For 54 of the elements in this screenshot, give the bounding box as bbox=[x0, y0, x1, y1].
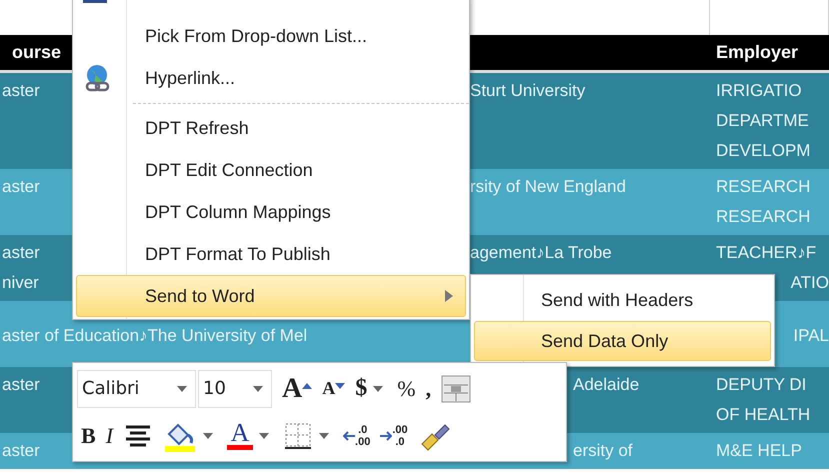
table-cell-text: DEPARTME bbox=[716, 110, 809, 132]
menu-item[interactable]: DPT Format To Publish bbox=[76, 233, 466, 275]
table-cell-text: rsity of New England bbox=[470, 176, 626, 198]
bold-button[interactable]: B bbox=[77, 416, 100, 454]
table-cell-text: aster bbox=[2, 80, 40, 102]
table-cell-text: niver bbox=[2, 272, 39, 294]
font-field[interactable]: Calibri bbox=[77, 370, 196, 408]
table-cell-text: OF HEALTH bbox=[716, 404, 810, 426]
font-size-field[interactable]: 10 bbox=[198, 370, 272, 408]
table-cell-text: aster bbox=[2, 176, 40, 198]
column-header: Employer bbox=[715, 41, 798, 64]
column-header: ourse bbox=[11, 41, 62, 64]
table-cell-text: aster bbox=[2, 242, 40, 264]
percent-button[interactable]: % bbox=[393, 370, 420, 408]
menu-item[interactable]: Pick From Drop-down List... bbox=[76, 15, 466, 57]
italic-button[interactable]: I bbox=[102, 416, 118, 454]
table-cell-text: Sturt University bbox=[470, 80, 586, 102]
grow-font-button[interactable]: A bbox=[278, 370, 316, 408]
font-color-button[interactable]: A bbox=[223, 416, 258, 454]
table-cell-text: RESEARCH bbox=[716, 176, 810, 198]
arrow-left-icon bbox=[343, 430, 356, 440]
table-cell-text: aster of Education♪The University of Mel bbox=[2, 325, 308, 347]
table-cell-text: IPAL bbox=[793, 325, 829, 347]
table-cell-text: DEPUTY DI bbox=[716, 374, 806, 396]
borders-icon bbox=[283, 420, 314, 450]
increase-decimal-button[interactable]: .0 .00 bbox=[339, 416, 374, 454]
arrow-right-icon bbox=[380, 430, 392, 440]
table-cell-text: IRRIGATIO bbox=[716, 80, 802, 102]
table-cell-text: RESEARCH bbox=[716, 206, 810, 228]
menu-item[interactable]: Send Data Only bbox=[474, 321, 771, 361]
comma-button[interactable]: , bbox=[422, 370, 436, 408]
table-cell-text: DEVELOPM bbox=[716, 140, 810, 162]
merge-cells-icon bbox=[441, 374, 472, 402]
dropdown-icon[interactable] bbox=[177, 386, 187, 392]
currency-button[interactable]: $ bbox=[351, 370, 372, 408]
table-cell-text: M&E HELP bbox=[716, 440, 802, 462]
dropdown-icon[interactable] bbox=[373, 386, 384, 392]
submenu-arrow-icon bbox=[445, 290, 453, 302]
table-cell-text: TEACHER♪F bbox=[716, 242, 816, 264]
table-cell-text: aster bbox=[2, 440, 40, 462]
table-cell-text: ATIO bbox=[790, 272, 829, 294]
table-cell-text: agement♪La Trobe bbox=[470, 242, 612, 264]
menu-item[interactable]: DPT Edit Connection bbox=[76, 149, 466, 191]
shrink-font-button[interactable]: A bbox=[318, 370, 350, 408]
dropdown-icon[interactable] bbox=[253, 386, 263, 392]
table-cell-text: ersity of bbox=[573, 440, 633, 462]
table-cell-text: Adelaide bbox=[573, 374, 640, 396]
menu-item[interactable]: Send with Headers bbox=[474, 280, 771, 320]
menu-item[interactable]: DPT Refresh bbox=[76, 107, 466, 149]
decrease-decimal-button[interactable]: .00 .0 bbox=[376, 416, 412, 454]
menu-item[interactable]: Send to Word bbox=[76, 275, 466, 317]
menu-item[interactable]: Hyperlink... bbox=[76, 57, 466, 99]
menu-item[interactable]: DPT Column Mappings bbox=[76, 191, 466, 233]
table-cell-text: aster bbox=[2, 374, 40, 396]
